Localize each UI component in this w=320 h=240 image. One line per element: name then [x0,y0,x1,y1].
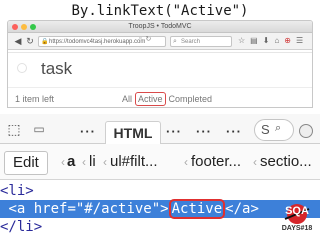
title-bar: TroopJS • TodoMVC [8,21,312,33]
search-icon: ⌕ [173,38,177,45]
markup-tag: </li> [0,219,43,235]
todo-app: task 1 item left All Active Completed [8,52,312,107]
markup-tag: <a href="#/active"> [8,201,169,217]
download-icon[interactable]: ⬇ [263,36,270,45]
markup-tag: <li> [0,183,34,199]
browser-toolbar: ◀ ↻ 🔒 https://todomvc4tasj.herokuapp.com… [8,33,312,50]
devtools-tab-bar: ⬚ ▭ ··· HTML ··· ··· ··· S ⌕ [0,114,320,144]
todo-title[interactable]: task [41,57,72,81]
breadcrumb-item[interactable]: footer... [191,144,241,180]
breadcrumb-item[interactable]: ul#filt... [110,144,158,180]
reading-list-icon[interactable]: ▤ [250,36,258,45]
devtools-search-input[interactable]: S [254,119,294,141]
extension-icon[interactable]: ⊕ [284,36,291,45]
todo-list-card: task 1 item left All Active Completed [8,52,312,107]
markup-view: <li> <a href="#/active"> Active </a> </li> [0,180,320,240]
breadcrumb-separator: ‹ [61,155,65,169]
address-bar-icons: ▫ ↻ [139,35,151,43]
address-text: https://todomvc4tasj.herokuapp.com [49,39,146,45]
gear-icon[interactable] [299,124,313,138]
tab-html[interactable]: HTML [105,121,161,144]
lock-icon: 🔒 [41,39,49,45]
page-icon[interactable]: ▫ [139,35,141,43]
todo-item[interactable]: task [8,53,312,88]
breadcrumb-separator: ‹ [103,155,107,169]
filter-list: All Active Completed [121,89,214,107]
more-tabs-icon[interactable]: ··· [80,124,96,139]
browser-window: TroopJS • TodoMVC ◀ ↻ 🔒 https://todomvc4… [7,20,313,108]
filter-active-link[interactable]: Active [135,92,166,106]
breadcrumb-separator: ‹ [253,155,257,169]
more-tabs-icon[interactable]: ··· [226,124,242,139]
search-input[interactable]: ⌕ Search [170,36,232,47]
markup-line[interactable]: </li> [0,218,320,236]
filter-completed-link[interactable]: Completed [168,89,214,107]
menu-icon[interactable]: ☰ [296,36,303,45]
markup-tag: </a> [225,201,259,217]
markup-line[interactable]: <li> [0,182,320,200]
edit-button[interactable]: Edit [4,151,48,175]
slide-caption: By.linkText("Active") [71,3,249,19]
refresh-icon[interactable]: ↻ [145,35,151,43]
sqa-days-logo: SQA DAYS#18 [279,203,315,237]
markup-line-selected[interactable]: <a href="#/active"> Active </a> [0,199,320,219]
todo-toggle-checkbox[interactable] [17,63,27,73]
logo-name: SQA [285,205,309,217]
more-tabs-icon[interactable]: ··· [196,124,212,139]
filter-all-link[interactable]: All [121,89,133,107]
link-text: Active [168,199,226,219]
todo-footer: 1 item left All Active Completed [8,89,312,107]
items-left-count: 1 item left [15,94,55,104]
more-tabs-icon[interactable]: ··· [166,124,182,139]
window-title: TroopJS • TodoMVC [128,23,192,30]
back-arrow-icon[interactable]: ◀ [12,35,24,47]
logo-subtitle: DAYS#18 [281,225,313,232]
breadcrumb: Edit ‹ a ‹ li ‹ ul#filt... ‹ footer... ‹… [0,144,320,180]
search-placeholder: Search [181,39,201,45]
star-icon[interactable]: ☆ [238,36,245,45]
breadcrumb-separator: ‹ [82,155,86,169]
devtools-panel: ⬚ ▭ ··· HTML ··· ··· ··· S ⌕ Edit ‹ a ‹ … [0,108,320,240]
reload-icon[interactable]: ↻ [24,35,36,47]
breadcrumb-item[interactable]: sectio... [260,144,312,180]
console-icon[interactable]: ▭ [31,121,47,137]
inspect-element-icon[interactable]: ⬚ [6,121,22,137]
breadcrumb-separator: ‹ [184,155,188,169]
home-icon[interactable]: ⌂ [274,36,279,45]
search-letter: S [261,122,270,137]
toolbar-icons: ☆ ▤ ⬇ ⌂ ⊕ ☰ [238,36,303,45]
search-icon: ⌕ [275,122,282,134]
breadcrumb-item[interactable]: a [67,144,75,180]
breadcrumb-item[interactable]: li [89,144,96,180]
